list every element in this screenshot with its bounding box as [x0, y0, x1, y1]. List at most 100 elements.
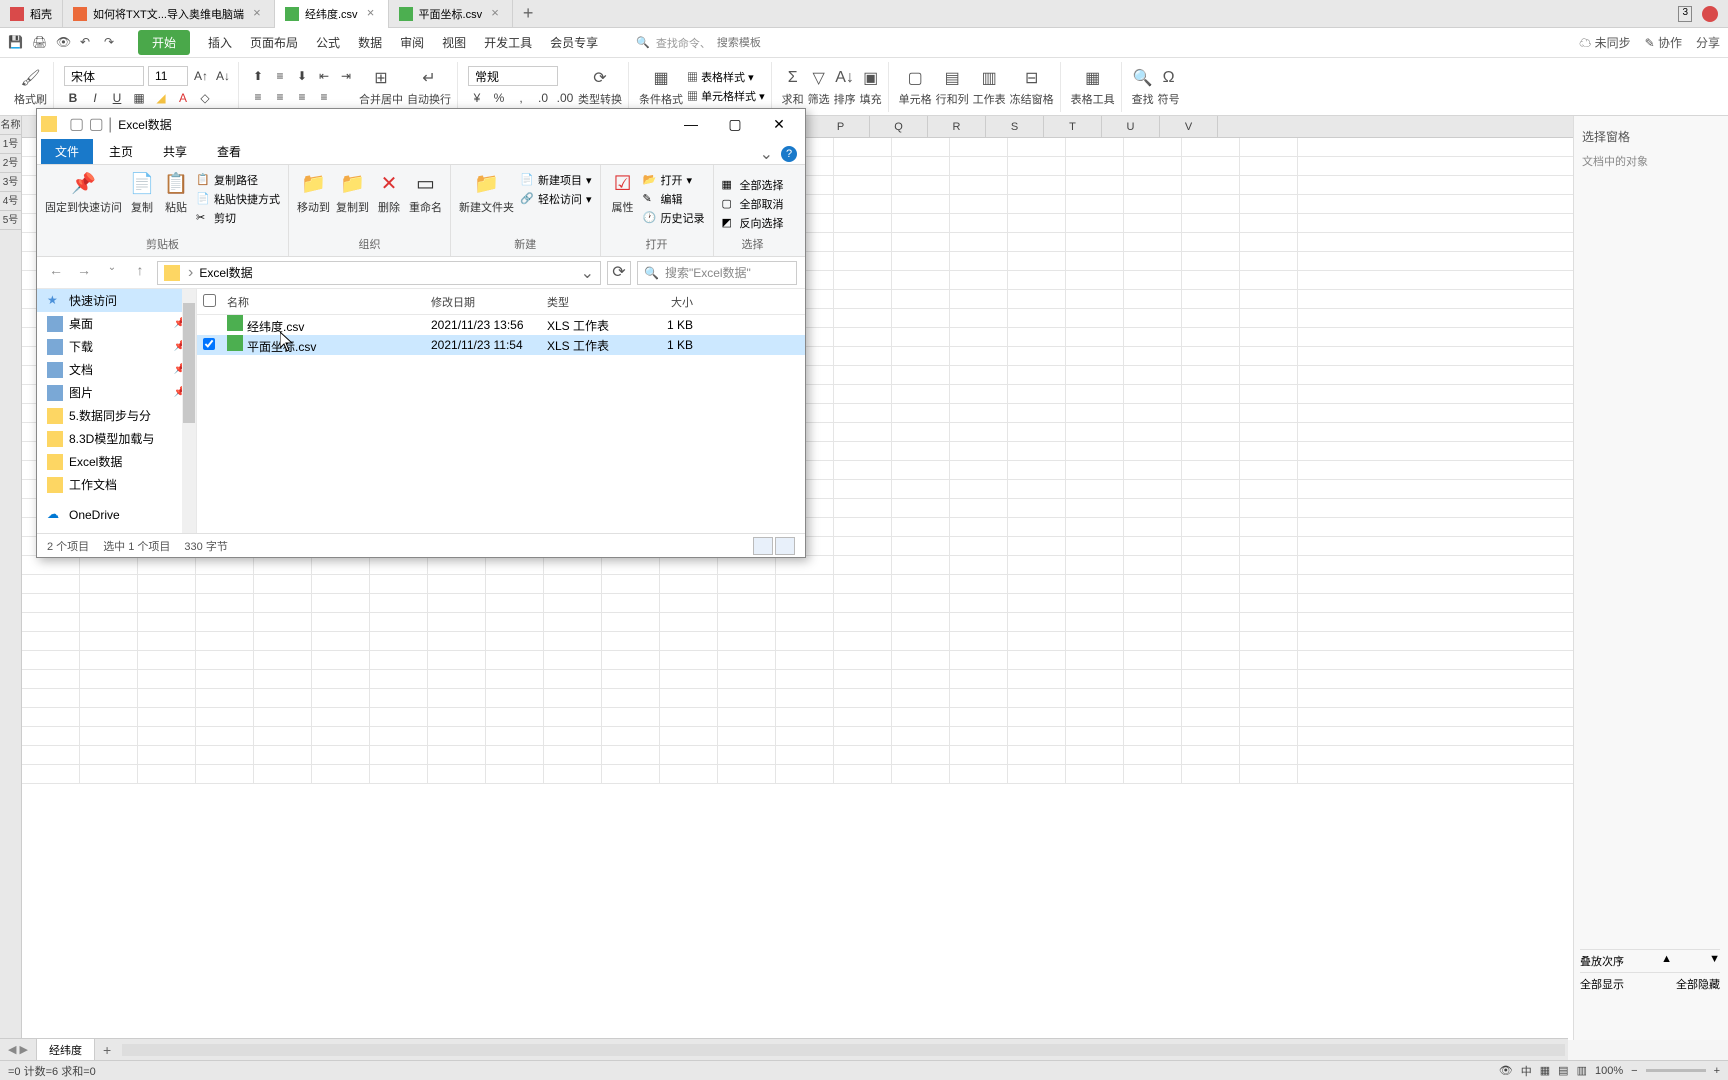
cond-format-button[interactable]: ▦条件格式: [639, 67, 683, 107]
align-left-icon[interactable]: ≡: [249, 88, 267, 106]
zoom-slider[interactable]: [1646, 1069, 1706, 1072]
currency-icon[interactable]: ¥: [468, 89, 486, 107]
bold-button[interactable]: B: [64, 89, 82, 107]
percent-icon[interactable]: %: [490, 89, 508, 107]
sidebar-scrollbar[interactable]: [182, 289, 196, 533]
fill-color-button[interactable]: ◢: [152, 89, 170, 107]
close-button[interactable]: ✕: [757, 110, 801, 138]
col-header[interactable]: Q: [870, 116, 928, 137]
sidebar-folder-2[interactable]: 8.3D模型加载与: [37, 427, 196, 450]
nav-fwd-button[interactable]: →: [73, 262, 95, 284]
nav-back-button[interactable]: ←: [45, 262, 67, 284]
italic-button[interactable]: I: [86, 89, 104, 107]
col-header[interactable]: R: [928, 116, 986, 137]
menu-layout[interactable]: 页面布局: [250, 34, 298, 51]
zoom-in-button[interactable]: +: [1714, 1065, 1720, 1077]
menu-vip[interactable]: 会员专享: [550, 34, 598, 51]
tab-csv2[interactable]: 平面坐标.csv×: [389, 0, 514, 28]
row-header[interactable]: 名称: [0, 116, 21, 135]
copyto-button[interactable]: 📁复制到: [336, 169, 369, 215]
menu-start[interactable]: 开始: [138, 30, 190, 55]
explorer-titlebar[interactable]: ▢ ▢ | Excel数据 — ▢ ✕: [37, 109, 805, 139]
undo-icon[interactable]: ↶: [80, 35, 96, 51]
menu-insert[interactable]: 插入: [208, 34, 232, 51]
h-scrollbar[interactable]: [122, 1044, 1565, 1056]
zoom-out-button[interactable]: −: [1631, 1065, 1637, 1077]
clear-format-button[interactable]: ◇: [196, 89, 214, 107]
select-all-button[interactable]: ▦全部选择: [722, 177, 784, 193]
fill-button[interactable]: ▣填充: [860, 67, 882, 107]
tab-share[interactable]: 共享: [149, 139, 201, 164]
align-mid-icon[interactable]: ≡: [271, 67, 289, 85]
wrap-button[interactable]: ↵自动换行: [407, 67, 451, 107]
indent-right-icon[interactable]: ⇥: [337, 67, 355, 85]
add-tab-button[interactable]: +: [513, 3, 543, 24]
close-icon[interactable]: ×: [364, 7, 378, 21]
address-bar[interactable]: › Excel数据 ⌄: [157, 261, 601, 285]
row-header[interactable]: 4号: [0, 192, 21, 211]
font-color-button[interactable]: A: [174, 89, 192, 107]
search-input[interactable]: [717, 37, 797, 49]
copy-path-button[interactable]: 📋复制路径: [196, 172, 280, 188]
sidebar-documents[interactable]: 文档📌: [37, 358, 196, 381]
collab-label[interactable]: ✎ 协作: [1645, 34, 1682, 51]
paste-button[interactable]: 📋粘贴: [162, 169, 190, 215]
menu-formula[interactable]: 公式: [316, 34, 340, 51]
minimize-button[interactable]: —: [669, 110, 713, 138]
indent-left-icon[interactable]: ⇤: [315, 67, 333, 85]
share-label[interactable]: 分享: [1696, 34, 1720, 51]
redo-icon[interactable]: ↷: [104, 35, 120, 51]
border-button[interactable]: ▦: [130, 89, 148, 107]
chevron-down-icon[interactable]: ⌄: [760, 144, 773, 164]
sidebar-desktop[interactable]: 桌面📌: [37, 312, 196, 335]
tab-file[interactable]: 文件: [41, 139, 93, 164]
menu-data[interactable]: 数据: [358, 34, 382, 51]
help-icon[interactable]: ?: [781, 146, 797, 162]
edit-button[interactable]: ✎编辑: [643, 191, 705, 207]
row-header[interactable]: 3号: [0, 173, 21, 192]
symbol-button[interactable]: Ω符号: [1158, 67, 1180, 107]
sheet-nav[interactable]: ◀ ▶: [0, 1043, 36, 1056]
copy-button[interactable]: 📄复制: [128, 169, 156, 215]
align-top-icon[interactable]: ⬆: [249, 67, 267, 85]
sidebar-quick-access[interactable]: ★快速访问: [37, 289, 196, 312]
font-size-select[interactable]: [148, 66, 188, 86]
view-normal-icon[interactable]: ▦: [1540, 1064, 1550, 1077]
chevron-down-icon[interactable]: ⌄: [581, 263, 594, 283]
maximize-button[interactable]: ▢: [713, 110, 757, 138]
search-box[interactable]: 🔍 搜索"Excel数据": [637, 261, 797, 285]
add-sheet-button[interactable]: +: [95, 1039, 119, 1061]
print-icon[interactable]: 🖨: [32, 35, 48, 51]
col-header[interactable]: V: [1160, 116, 1218, 137]
type-convert-button[interactable]: ⟳类型转换: [578, 67, 622, 107]
stack-down-icon[interactable]: ▼: [1709, 953, 1720, 969]
nav-recent-button[interactable]: ⌄: [101, 262, 123, 284]
new-item-button[interactable]: 📄新建项目 ▾: [520, 172, 592, 188]
dec-dec-icon[interactable]: .00: [556, 89, 574, 107]
menu-dev[interactable]: 开发工具: [484, 34, 532, 51]
col-header-type[interactable]: 类型: [547, 294, 643, 310]
preview-icon[interactable]: 👁: [56, 35, 72, 51]
sheet-button[interactable]: ▥工作表: [973, 67, 1006, 107]
select-none-button[interactable]: ▢全部取消: [722, 196, 784, 212]
unsync-label[interactable]: ☁ 未同步: [1579, 34, 1630, 51]
freeze-button[interactable]: ⊟冻结窗格: [1010, 67, 1054, 107]
history-button[interactable]: 🕐历史记录: [643, 210, 705, 226]
file-row[interactable]: 经纬度.csv 2021/11/23 13:56 XLS 工作表 1 KB: [197, 315, 805, 335]
show-all-button[interactable]: 全部显示: [1580, 976, 1624, 992]
view-large-button[interactable]: [775, 537, 795, 555]
filter-button[interactable]: ▽筛选: [808, 67, 830, 107]
view-page-icon[interactable]: ▤: [1558, 1064, 1568, 1077]
underline-button[interactable]: U: [108, 89, 126, 107]
col-header[interactable]: S: [986, 116, 1044, 137]
cut-button[interactable]: ✂剪切: [196, 210, 280, 226]
rowcol-button[interactable]: ▤行和列: [936, 67, 969, 107]
view-details-button[interactable]: [753, 537, 773, 555]
tab-ppt[interactable]: 如何将TXT文...导入奥维电脑端×: [63, 0, 275, 28]
view-break-icon[interactable]: ▥: [1577, 1064, 1587, 1077]
refresh-button[interactable]: ⟳: [607, 261, 631, 285]
tab-view[interactable]: 查看: [203, 139, 255, 164]
col-header[interactable]: T: [1044, 116, 1102, 137]
tab-shell[interactable]: 稻壳: [0, 0, 63, 28]
col-header[interactable]: U: [1102, 116, 1160, 137]
